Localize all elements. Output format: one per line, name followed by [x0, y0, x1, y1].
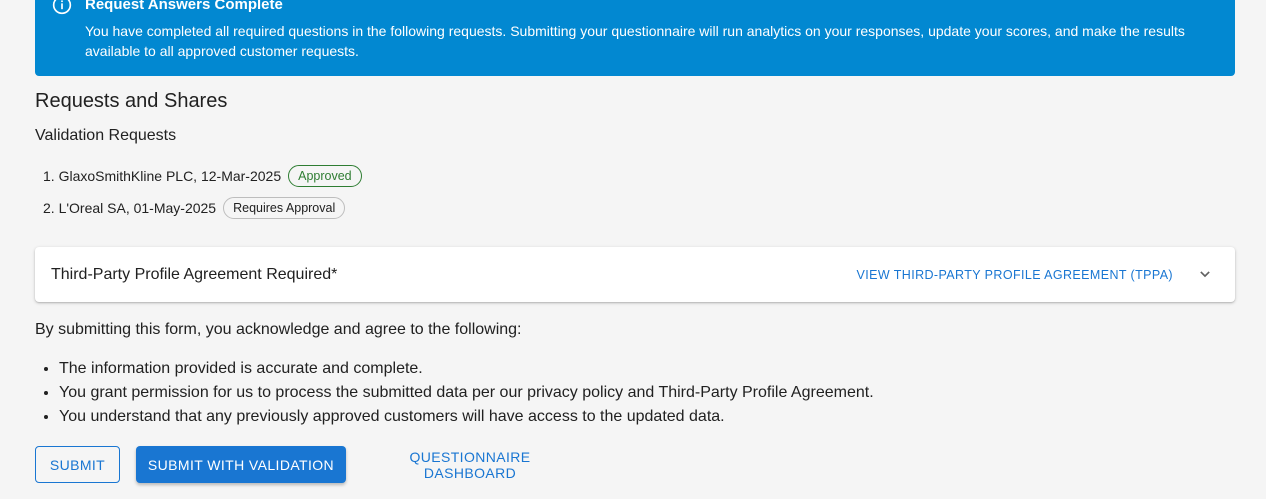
list-item: You understand that any previously appro…: [59, 406, 874, 430]
validation-request-list: 1. GlaxoSmithKline PLC, 12-Mar-2025 Appr…: [43, 160, 362, 224]
request-label: 2. L'Oreal SA, 01-May-2025: [43, 200, 217, 216]
chevron-down-icon[interactable]: [1195, 264, 1215, 284]
questionnaire-dashboard-button[interactable]: QUESTIONNAIRE DASHBOARD: [358, 446, 582, 483]
list-item: You grant permission for us to process t…: [59, 382, 874, 406]
tppa-accordion[interactable]: Third-Party Profile Agreement Required* …: [35, 247, 1235, 302]
request-label: 1. GlaxoSmithKline PLC, 12-Mar-2025: [43, 168, 282, 184]
status-badge-requires-approval: Requires Approval: [223, 197, 346, 219]
acknowledgement-intro: By submitting this form, you acknowledge…: [35, 321, 522, 338]
submit-with-validation-button[interactable]: SUBMIT WITH VALIDATION: [136, 446, 346, 483]
alert-title: Request Answers Complete: [85, 0, 283, 13]
validation-requests-heading: Validation Requests: [35, 127, 177, 144]
submit-button[interactable]: SUBMIT: [35, 446, 120, 483]
completion-alert: Request Answers Complete You have comple…: [35, 0, 1235, 76]
status-badge-approved: Approved: [288, 165, 362, 187]
view-tppa-link[interactable]: VIEW THIRD-PARTY PROFILE AGREEMENT (TPPA…: [857, 266, 1173, 284]
info-icon: [52, 0, 72, 15]
acknowledgement-list: The information provided is accurate and…: [59, 358, 874, 430]
tppa-accordion-title: Third-Party Profile Agreement Required*: [51, 266, 338, 283]
requests-heading: Requests and Shares: [35, 90, 228, 112]
list-item: 1. GlaxoSmithKline PLC, 12-Mar-2025 Appr…: [43, 160, 362, 192]
list-item: 2. L'Oreal SA, 01-May-2025 Requires Appr…: [43, 192, 362, 224]
list-item: The information provided is accurate and…: [59, 358, 874, 382]
alert-message: You have completed all required question…: [85, 23, 1185, 59]
